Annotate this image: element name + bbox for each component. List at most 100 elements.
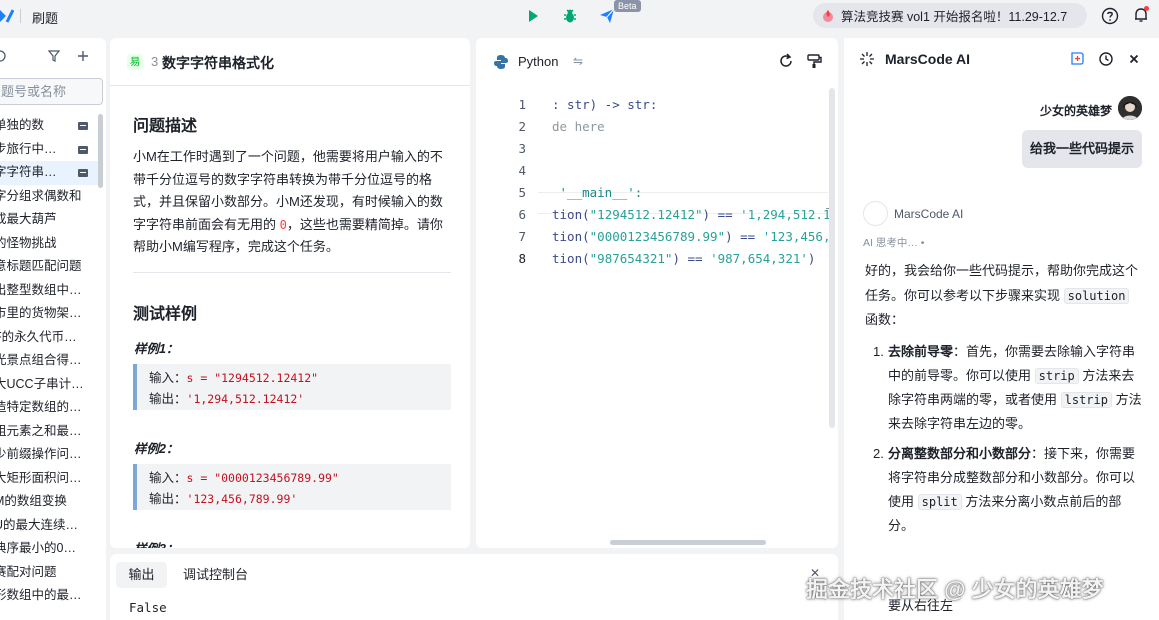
sidebar-collapse-icon[interactable] [0,48,8,64]
inline-code: solution [1063,287,1130,304]
contest-banner[interactable]: 算法竞技赛 vol1 开始报名啦！11.29-12.7 [813,3,1087,28]
run-button[interactable] [519,3,547,29]
code-token: '123,456, [762,229,831,244]
editor-horizontal-scrollbar[interactable] [610,540,766,545]
sidebar-item[interactable]: 大矩形面积问… [0,467,100,491]
sidebar-item[interactable]: 组元素之和最… [0,420,100,444]
user-name: 少女的英雄梦 [1040,104,1113,118]
sidebar-item-label: M的数组变换 [0,494,67,508]
add-icon[interactable] [75,48,91,64]
code-token: ) == [725,229,763,244]
debug-button[interactable] [556,3,584,29]
problem-header: 易 3 数字字符串格式化 [110,38,470,86]
sidebar-item-label: 字字符串… [0,165,57,179]
switch-language-icon[interactable]: ⇋ [573,54,583,68]
case-box: 输入：s = "0000123456789.99" 输出：'123,456,78… [133,464,451,510]
sparkle-icon [860,52,874,66]
filter-icon[interactable] [46,48,62,64]
code-text: tion("1294512.12412") == '1,294,512.1 [552,204,830,226]
avatar [1118,96,1142,120]
sidebar-item-label: 形数组中的最… [0,588,82,602]
inline-code: lstrip [1060,392,1112,408]
user-avatar-icon [1118,96,1142,120]
problem-search-input[interactable]: 题号或名称 [0,78,103,105]
sidebar-item-label: 单独的数 [0,118,45,132]
sidebar-item-label: 造特定数组的… [0,400,82,414]
top-divider [20,9,21,23]
sidebar-item-label: 市里的货物架… [0,306,82,320]
language-selector[interactable]: Python [518,54,558,69]
bot-name: MarsCode AI [894,207,964,221]
close-icon[interactable] [1126,51,1142,67]
format-brush-icon[interactable] [806,53,822,69]
line-number: 4 [518,163,526,178]
inline-code: 0 [279,217,287,232]
bug-icon [564,9,576,23]
sidebar-item[interactable]: 字字符串… [0,161,100,185]
editor-header: Python ⇋ [476,38,838,86]
note-icon [78,122,88,130]
sidebar-item[interactable]: 形数组中的最… [0,584,100,608]
sidebar-item-label: 少前缀操作问… [0,447,82,461]
play-icon [529,10,538,22]
note-icon [78,145,88,154]
sidebar-item[interactable]: 成最大葫芦 [0,208,100,232]
sidebar-item[interactable]: 大UCC子串计… [0,373,100,397]
beta-badge: Beta [614,0,641,12]
sidebar-item[interactable]: 市里的货物架… [0,302,100,326]
step-title: 分离整数部分和小数部分 [888,446,1032,461]
case-output-label: 输出： [149,392,187,406]
sidebar-item-label: 字分组求偶数和 [0,188,82,203]
output-value: False [129,600,167,615]
logo-icon[interactable] [0,8,14,24]
ai-answer-steps: 1. 去除前导零：首先，你需要去除输入字符串中的前导零。你可以使用 strip … [865,340,1145,544]
sidebar-item-label: 步旅行中… [0,141,57,156]
sidebar-item[interactable]: M的数组变换 [0,490,100,514]
flame-icon [823,9,833,22]
sidebar-item[interactable]: 出整型数组中… [0,279,100,303]
sidebar-item-label: 组元素之和最… [0,423,82,438]
app-title[interactable]: 刷题 [32,8,58,27]
case-label: 样例3： [134,538,178,548]
reset-icon[interactable] [778,53,794,69]
sidebar-item[interactable]: 单独的数 [0,114,100,138]
editor-vertical-scrollbar[interactable] [829,88,835,428]
list-item: 1. 去除前导零：首先，你需要去除输入字符串中的前导零。你可以使用 strip … [865,340,1145,436]
sidebar-item[interactable]: 步旅行中… [0,138,100,162]
sidebar-item[interactable]: U的最大连续… [0,514,100,538]
sidebar-item-label: 赛配对问题 [0,564,57,579]
code-token: '1,294,512.1 [740,207,831,222]
test-cases-heading: 测试样例 [133,306,198,323]
help-icon[interactable] [1101,7,1119,25]
tab-debug-console[interactable]: 调试控制台 [183,562,248,588]
sidebar-item[interactable]: 造特定数组的… [0,396,100,420]
sidebar-item[interactable]: 典序最小的0… [0,537,100,561]
ai-assistant-panel: MarsCode AI 少女的英雄梦 给我一些代码提示 MarsCode AI … [844,38,1159,620]
sidebar-toolbar [0,48,106,68]
sidebar-item[interactable]: 赛配对问题 [0,561,100,585]
sidebar-item-label: U的最大连续… [0,517,79,532]
inline-code: split [917,494,962,510]
sidebar-item[interactable]: 的怪物挑战 [0,232,100,256]
new-chat-icon[interactable] [1069,51,1085,67]
case-output: 输出：'1,294,512.12412' [149,389,451,410]
sidebar-item-label: 成最大葫芦 [0,212,57,226]
notification-dot [1144,6,1149,11]
code-area[interactable]: 1: str) -> str: 2 de here 3 4 5 '__main__': 6 t… [476,94,830,494]
sidebar-item[interactable]: F的永久代币… [0,326,100,350]
tab-output[interactable]: 输出 [116,562,167,588]
code-text: tion("0000123456789.99") == '123,456, [552,226,830,248]
sidebar-item-label: 大矩形面积问… [0,470,82,485]
code-token: ) == [672,251,711,266]
output-panel: 输出 调试控制台 ✕ False [110,554,838,620]
sidebar-item[interactable]: 意标题匹配问题 [0,255,100,279]
sidebar-scrollbar[interactable] [98,114,103,188]
sidebar-item[interactable]: 字分组求偶数和 [0,185,100,209]
history-icon[interactable] [1098,51,1114,67]
case-output-label: 输出： [149,492,187,506]
sidebar-item[interactable]: 少前缀操作问… [0,443,100,467]
inline-code: strip [1034,368,1079,384]
sidebar-item[interactable]: 光景点组合得… [0,349,100,373]
line-number: 5 [518,185,526,200]
bot-avatar [863,201,888,226]
